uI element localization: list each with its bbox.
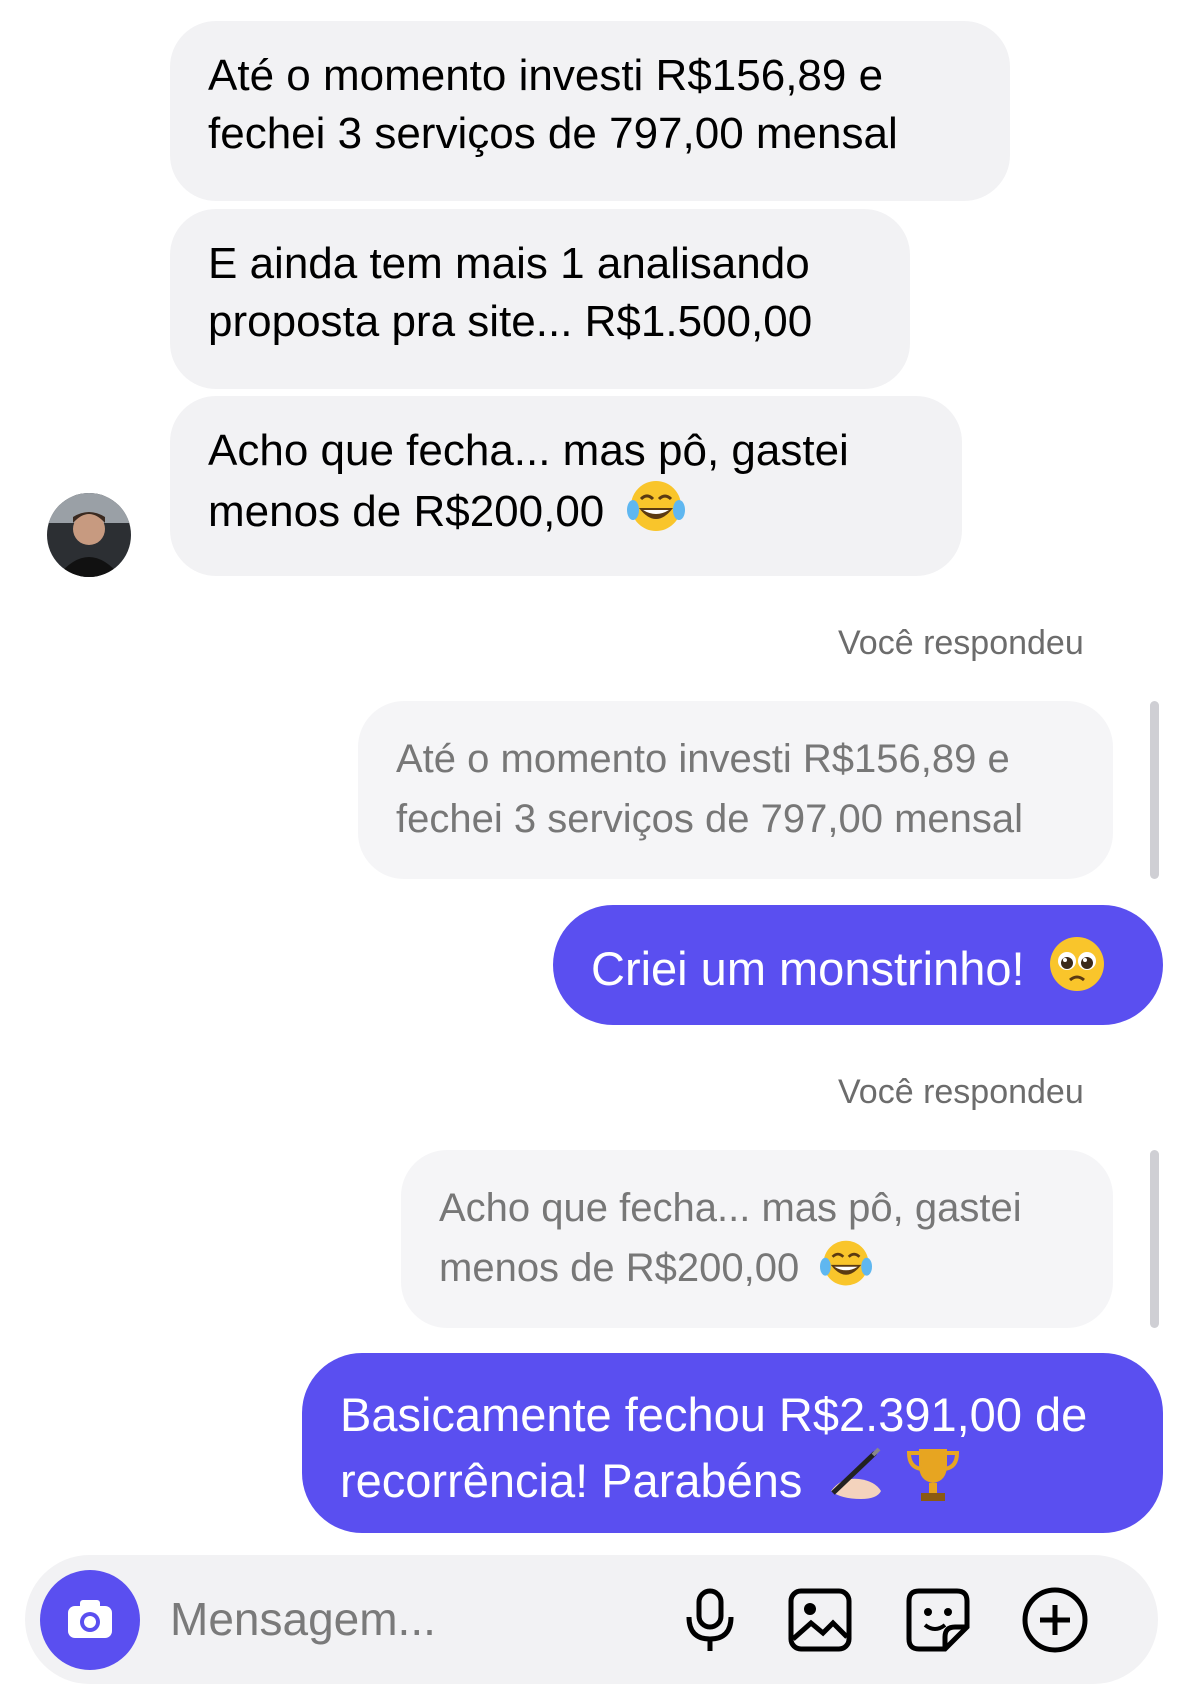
plus-icon[interactable] [1020,1585,1090,1655]
avatar[interactable] [47,493,131,577]
message-text-line-with-emoji: Criei um monstrinho! [591,935,1125,1007]
microphone-icon[interactable] [675,1585,745,1655]
quoted-text-line: Acho que fecha... mas pô, gastei [439,1186,1022,1230]
message-text-line: E ainda tem mais 1 analisando [208,239,810,288]
laughing-tears-emoji-icon [820,1239,873,1306]
incoming-message[interactable]: E ainda tem mais 1 analisando proposta p… [170,209,910,389]
quoted-text: menos de R$200,00 [439,1246,800,1290]
outgoing-message[interactable]: Criei um monstrinho! [553,905,1163,1025]
quote-bar [1150,1150,1159,1328]
message-text-line-with-emoji: recorrência! Parabéns [340,1445,1125,1519]
writing-hand-emoji-icon [825,1447,887,1519]
quoted-message[interactable]: Acho que fecha... mas pô, gastei menos d… [401,1150,1113,1328]
reply-indicator: Você respondeu [838,624,1084,662]
message-text: Criei um monstrinho! [591,942,1025,995]
gallery-icon[interactable] [785,1585,855,1655]
message-text-line-with-emoji: menos de R$200,00 [208,480,924,549]
quote-bar [1150,701,1159,879]
quoted-text-line: fechei 3 serviços de 797,00 mensal [396,797,1024,841]
sticker-icon[interactable] [903,1585,973,1655]
trophy-emoji-icon [905,1445,961,1519]
camera-button[interactable] [40,1570,140,1670]
message-input[interactable]: Mensagem... [170,1592,436,1646]
pleading-face-emoji-icon [1048,935,1106,1007]
quoted-text-line: Até o momento investi R$156,89 e [396,737,1010,781]
message-text-line: fechei 3 serviços de 797,00 mensal [208,109,898,158]
message-text: recorrência! Parabéns [340,1454,803,1507]
quoted-message[interactable]: Até o momento investi R$156,89 e fechei … [358,701,1113,879]
message-text-line: proposta pra site... R$1.500,00 [208,297,813,346]
incoming-message[interactable]: Até o momento investi R$156,89 e fechei … [170,21,1010,201]
quoted-text-line-with-emoji: menos de R$200,00 [439,1238,1075,1306]
camera-icon [68,1600,112,1638]
laughing-tears-emoji-icon [626,480,685,549]
reply-indicator: Você respondeu [838,1073,1084,1111]
outgoing-message[interactable]: Basicamente fechou R$2.391,00 de recorrê… [302,1353,1163,1533]
message-text-line: Basicamente fechou R$2.391,00 de [340,1388,1088,1441]
incoming-message[interactable]: Acho que fecha... mas pô, gastei menos d… [170,396,962,576]
message-text: menos de R$200,00 [208,487,605,536]
message-text-line: Acho que fecha... mas pô, gastei [208,426,849,475]
message-text-line: Até o momento investi R$156,89 e [208,51,884,100]
